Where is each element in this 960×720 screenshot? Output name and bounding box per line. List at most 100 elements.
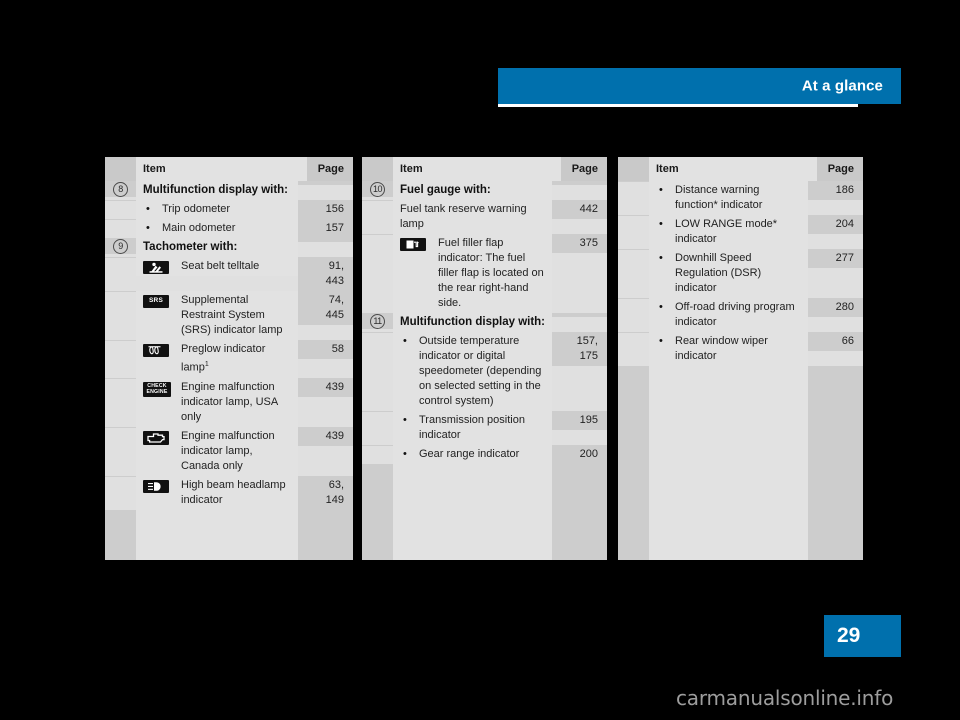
table-row: 9 Tachometer with: [105,238,353,257]
table-row: • Distance warning function* indicator 186 [618,181,863,215]
filler-page-cell [552,464,607,560]
table-row-number-cell: 11 [362,313,393,329]
table-row-page-cell: 442 [552,200,607,219]
page-reference: 280 [835,301,854,313]
filler-page-cell [808,366,863,560]
table-row-page-cell: 91, 443 [298,257,353,291]
table-filler-row [362,464,607,560]
row-indicator-icon-cell [143,342,181,357]
table-header-number-cell [618,157,649,181]
table-row: • Rear window wiper indicator 66 [618,332,863,366]
table-row-page-cell: 63, 149 [298,475,353,510]
table-row: CHECK ENGINE Engine malfunction indicator … [105,377,353,427]
table-row-page-cell: 204 [808,215,863,234]
page-reference: 439 [325,429,344,442]
table-row-page-cell: 439 [298,426,353,446]
table-row-page-cell: 439 [298,377,353,397]
item-number-badge: 11 [370,314,385,329]
table-row: • Gear range indicator 200 [362,445,607,464]
table-row-page-cell: 186 [808,181,863,200]
table-row-item-cell: Fuel filler flap indicator: The fuel fil… [393,234,552,313]
row-item-text: Outside temperature indicator or digital… [419,335,542,407]
filler-number-cell [618,366,649,560]
table-header-row: Item Page [618,157,863,181]
table-row: • Main odometer 157 [105,219,353,238]
table-row-item-cell: High beam headlamp indicator [136,475,298,510]
page-reference: 66 [841,335,854,347]
bullet-icon: • [659,252,663,264]
table-row-item-cell: • Gear range indicator [393,445,552,464]
check-engine-icon: CHECK ENGINE [143,381,171,397]
row-item-text: Transmission position indicator [419,414,525,441]
watermark: carmanualsonline.info [676,686,894,710]
table-row-item-cell: Tachometer with: [136,238,298,257]
table-row-number-cell [618,181,649,182]
page-title: At a glance [801,77,883,95]
row-item-text: Engine malfunction indicator lamp, Canad… [181,429,275,472]
table-row-item-cell: • Downhill Speed Regulation (DSR) indicat… [649,249,808,298]
row-item-text: Preglow indicator lamp1 [181,343,266,374]
table-row-item-cell: • Off-road driving program indicator [649,298,808,332]
table-row-number-cell [105,377,136,379]
table-row-item-cell: • Main odometer [136,219,298,238]
srs-indicator-icon: SRS [143,295,169,308]
table-row: • Trip odometer 156 [105,200,353,219]
table-row-page-cell: 157 [298,219,353,238]
table-row: • LOW RANGE mode* indicator 204 [618,215,863,249]
table-row-number-cell [105,257,136,258]
row-indicator-icon-cell [143,429,181,445]
filler-number-cell [105,509,136,560]
page-reference: 157 [325,222,344,234]
bullet-icon: • [659,218,663,230]
table-filler-row [618,366,863,560]
table-row-item-cell: • Transmission position indicator [393,411,552,445]
table-row: • Transmission position indicator 195 [362,411,607,445]
item-number-badge: 8 [113,182,128,197]
table-row-number-cell [618,332,649,333]
row-indicator-icon-cell [400,236,438,251]
row-item-text: Rear window wiper indicator [675,335,768,362]
table-row-item-cell: Seat belt telltale [136,257,298,276]
row-item-text: Main odometer [162,222,236,234]
bullet-icon: • [403,448,407,460]
high-beam-headlamp-icon [143,479,169,493]
filler-page-cell [298,509,353,560]
row-indicator-icon-cell [143,478,181,493]
table-row-item-cell: • Distance warning function* indicator [649,181,808,215]
filler-item-cell [649,366,808,560]
row-item-text: LOW RANGE mode* indicator [675,218,778,245]
column-header-item: Item [143,163,166,175]
table-row-item-cell: Multifunction display with: [136,181,298,200]
item-number-badge: 10 [370,182,385,197]
table-row-item-cell: • Rear window wiper indicator [649,332,808,366]
table-row: 10 Fuel gauge with: [362,181,607,200]
table-row-page-cell: 74, 445 [298,291,353,325]
table-row: 11 Multifunction display with: [362,313,607,332]
page-reference: 157, 175 [576,335,598,362]
table-row-number-cell [105,219,136,220]
table-row: • Off-road driving program indicator 280 [618,298,863,332]
table-row-item-cell: Preglow indicator lamp1 [136,340,298,378]
row-item-text: Seat belt telltale [181,260,260,272]
table-column-3: Item Page • Distance warning function* indi… [618,157,863,560]
table-body: • Distance warning function* indicator 186… [618,181,863,560]
column-header-page: Page [317,163,344,175]
row-item-text: Supplemental Restraint System (SRS) indi… [181,294,283,336]
row-item-text: Fuel tank reserve warning lamp [400,203,527,230]
preglow-indicator-icon [143,344,169,357]
bullet-icon: • [403,335,407,347]
table-row-item-cell: • Trip odometer [136,200,298,219]
table-row-item-cell: SRS Supplemental Restraint System (SRS) i… [136,291,298,340]
row-item-text: Fuel filler flap indicator: The fuel fil… [438,237,544,309]
engine-malfunction-icon [143,430,169,445]
seat-belt-telltale-icon [143,261,169,274]
row-heading-text: Tachometer with: [143,241,238,253]
table-row-page-cell: 200 [552,445,607,464]
column-header-item: Item [400,163,423,175]
table-row-number-cell [105,200,136,201]
page-reference: 204 [835,218,854,230]
table-row: 8 Multifunction display with: [105,181,353,200]
table-row-page-cell [298,181,353,185]
page-number: 29 [837,624,861,647]
table-row-page-cell: 277 [808,249,863,268]
